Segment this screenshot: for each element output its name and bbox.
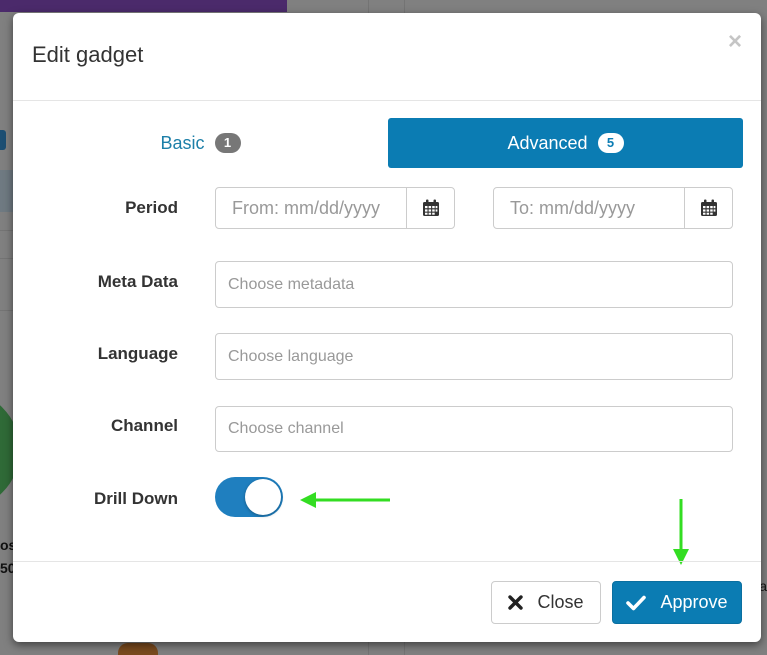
background-highlight-row [0,170,13,212]
tab-advanced-badge: 5 [597,133,624,153]
modal-header: Edit gadget × [13,13,761,101]
check-icon [626,595,647,611]
background-divider [0,310,13,311]
period-to-input[interactable]: To: mm/dd/yyyy [494,188,684,228]
metadata-select[interactable]: Choose metadata [215,261,733,308]
calendar-icon[interactable] [406,188,454,228]
tab-basic[interactable]: Basic 1 [23,118,378,168]
drill-down-label: Drill Down [93,489,178,508]
background-divider [0,258,13,259]
background-chart-slice [118,643,158,655]
close-icon[interactable]: × [728,30,742,54]
language-select[interactable]: Choose language [215,333,733,380]
language-label: Language [97,344,178,363]
background-button [0,130,6,150]
close-button-label: Close [537,592,584,612]
metadata-label: Meta Data [97,272,178,291]
background-header-bar [0,0,287,12]
tab-basic-badge: 1 [214,133,241,153]
toggle-knob [245,479,281,515]
close-button[interactable]: Close [491,581,601,624]
channel-select[interactable]: Choose channel [215,406,733,452]
period-label: Period [125,198,178,217]
modal-footer: Close Approve [13,561,761,642]
approve-button-label: Approve [660,592,728,612]
channel-label: Channel [110,416,178,435]
period-to-group: To: mm/dd/yyyy [493,187,733,229]
period-from-group: From: mm/dd/yyyy [215,187,455,229]
background-divider [0,230,13,231]
tab-advanced[interactable]: Advanced 5 [388,118,743,168]
edit-gadget-modal: Edit gadget × Basic 1 Advanced 5 Period … [13,13,761,642]
period-from-input[interactable]: From: mm/dd/yyyy [216,188,406,228]
modal-title: Edit gadget [32,42,144,67]
drill-down-toggle[interactable] [215,477,283,517]
calendar-icon[interactable] [684,188,732,228]
tab-advanced-label: Advanced [507,132,588,153]
tab-basic-label: Basic [160,132,205,153]
annotation-arrow-down-icon [673,499,689,565]
approve-button[interactable]: Approve [612,581,742,624]
tab-bar: Basic 1 Advanced 5 [23,118,743,168]
annotation-arrow-left-icon [300,492,390,508]
x-icon [508,595,524,610]
